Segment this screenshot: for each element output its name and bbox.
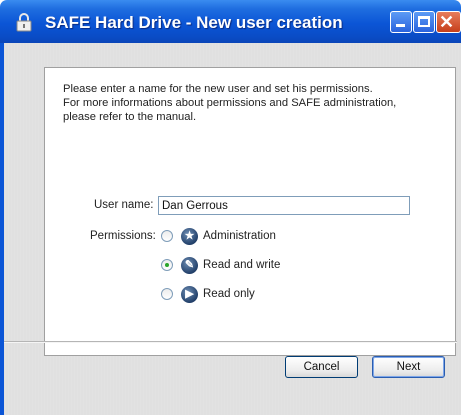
close-button[interactable]: ✕ [436,11,461,33]
intro-text: Please enter a name for the new user and… [63,82,453,124]
intro-line: Please enter a name for the new user and… [63,83,373,95]
option-label: Read only [203,288,255,300]
close-icon: ✕ [439,12,455,32]
option-label: Administration [203,230,276,242]
read-only-icon: ▶ [181,286,198,303]
next-button[interactable]: Next [372,356,445,378]
minimize-button[interactable] [390,11,412,33]
radio-read-write[interactable] [161,259,173,271]
dialog-window: SAFE Hard Drive - New user creation ✕ Pl… [0,0,461,415]
administration-icon: ★ [181,228,198,245]
radio-administration[interactable] [161,230,173,242]
minimize-icon [396,24,405,27]
username-input[interactable] [158,196,410,215]
intro-line: please refer to the manual. [63,111,197,123]
maximize-icon [418,16,430,27]
permissions-label: Permissions: [90,230,156,242]
option-label: Read and write [203,259,281,271]
content-panel: Please enter a name for the new user and… [44,67,456,356]
window-title: SAFE Hard Drive - New user creation [45,13,343,32]
button-separator [4,341,457,343]
cancel-button[interactable]: Cancel [285,356,358,378]
padlock-icon [16,13,32,32]
username-label: User name: [94,199,154,211]
intro-line: For more informations about permissions … [63,97,397,109]
read-write-icon: ✎ [181,257,198,274]
radio-read-only[interactable] [161,288,173,300]
title-bar[interactable]: SAFE Hard Drive - New user creation ✕ [0,0,461,43]
maximize-button[interactable] [413,11,435,33]
